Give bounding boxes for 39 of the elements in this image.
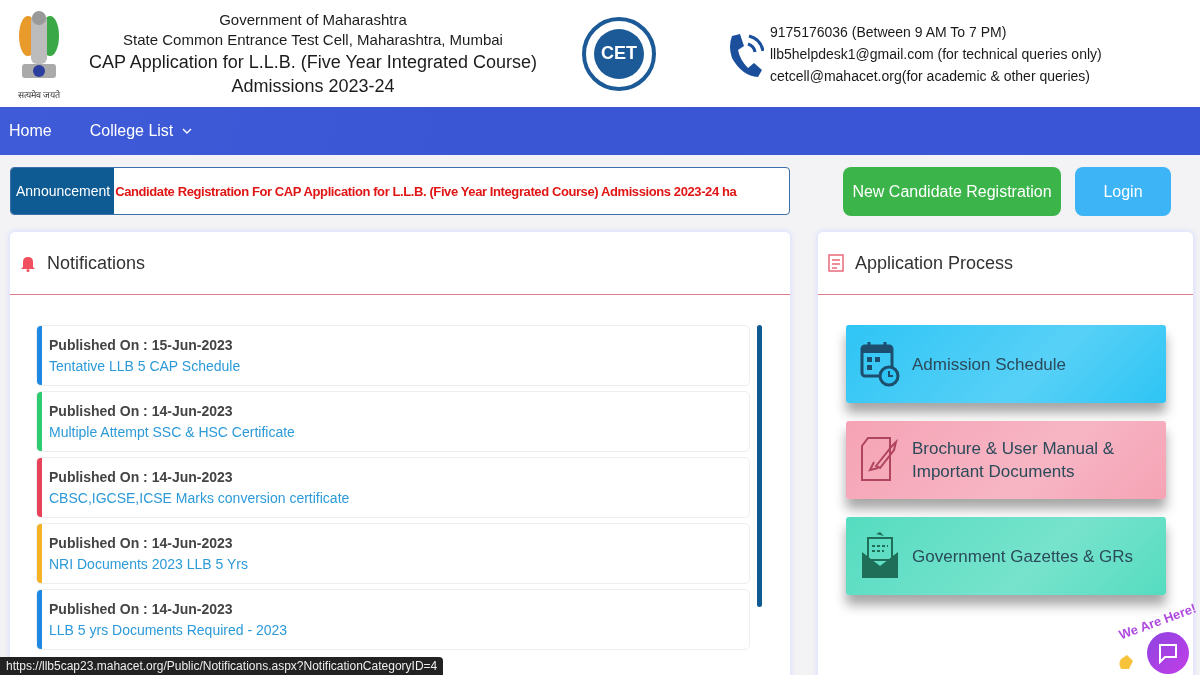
published-date: Published On : 14-Jun-2023 [49,469,234,485]
status-url: https://llb5cap23.mahacet.org/Public/Notifications.aspx?NotificationCategoryID=4 [0,657,444,675]
panel-title: Notifications [47,252,146,274]
nav-link[interactable]: College List [89,122,193,140]
process-card[interactable]: Government Gazettes & GRs [846,517,1166,595]
process-card[interactable]: Brochure & User Manual & Important Documents [846,421,1166,499]
document-rocket-icon [860,436,900,484]
published-date: Published On : 14-Jun-2023 [49,601,234,617]
cet-logo: CET [582,16,656,91]
register-button[interactable]: New Candidate Registration [843,167,1061,216]
scrollbar[interactable] [757,325,762,607]
notification-link[interactable]: NRI Documents 2023 LLB 5 Yrs [49,556,248,572]
announcement-text[interactable]: Candidate Registration For CAP Application for L.L.B. (Five Year Integrated Course) Admissions 2023-24 ha [114,183,737,199]
calendar-icon [860,340,900,388]
emblem-motto: सत्यमेव जयते [17,89,61,101]
header-title: CAP Application for L.L.B. (Five Year Integrated Course) [89,50,537,74]
header-title: Admissions 2023-24 [231,74,395,98]
contact-line: llb5helpdesk1@gmail.com (for technical queries only) [770,44,1102,64]
announcement-label: Announcement [11,168,115,214]
mail-icon [860,532,900,580]
nav-link[interactable]: Home [9,122,52,140]
panel-title: Application Process [855,252,1014,274]
contact-line: cetcell@mahacet.org(for academic & other queries) [770,66,1092,86]
login-button[interactable]: Login [1075,167,1171,216]
header-line: State Common Entrance Test Cell, Maharashtra, Mumbai [123,29,503,50]
notification-link[interactable]: Multiple Attempt SSC & HSC Certificate [49,424,295,440]
header-line: Government of Maharashtra [219,9,407,30]
published-date: Published On : 14-Jun-2023 [49,403,234,419]
published-date: Published On : 15-Jun-2023 [49,337,234,353]
notification-link[interactable]: LLB 5 yrs Documents Required - 2023 [49,622,288,638]
chat-caption: We Are Here! [1116,600,1199,643]
contact-line: 9175176036 (Between 9 AM To 7 PM) [770,22,1008,42]
chat-icon [1157,642,1179,664]
process-card[interactable]: Admission Schedule [846,325,1166,403]
bell-icon [19,254,37,272]
published-date: Published On : 14-Jun-2023 [49,535,234,551]
notification-link[interactable]: Tentative LLB 5 CAP Schedule [49,358,241,374]
notification-link[interactable]: CBSC,IGCSE,ICSE Marks conversion certificate [49,490,350,506]
process-icon [827,253,845,273]
